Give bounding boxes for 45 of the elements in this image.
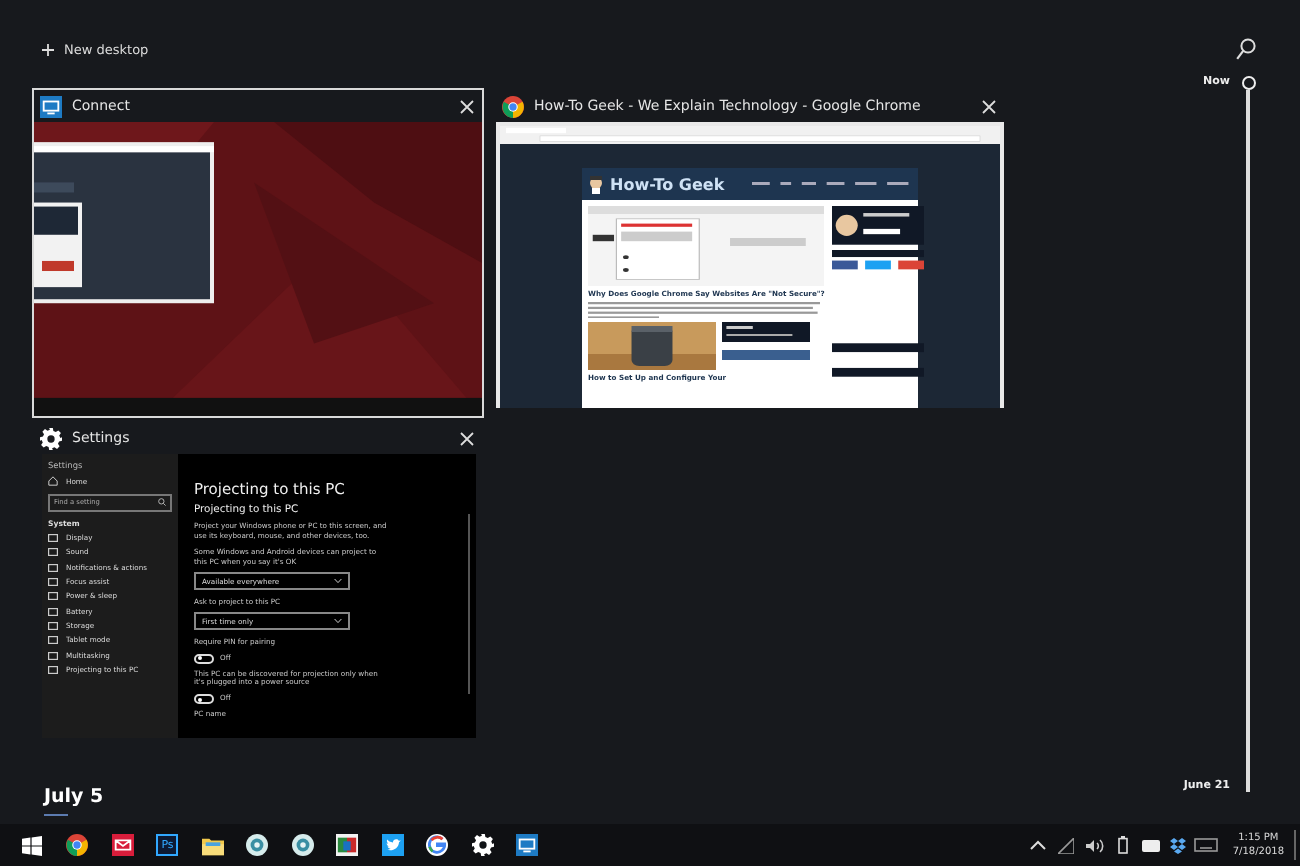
screen-icon [40,95,62,117]
box-icon[interactable] [1170,837,1187,853]
search-icon [158,498,166,507]
caret-icon [334,578,342,585]
close-icon[interactable] [460,99,474,113]
square-icon [48,548,58,557]
round-app-icon [291,834,314,856]
square-icon [48,607,58,616]
caret-icon [334,618,342,625]
search-icon[interactable] [1236,38,1256,60]
tiles-icon [336,834,359,856]
bird-icon [381,834,404,856]
gear-icon [40,427,62,449]
house-icon [48,476,58,487]
chrome-logo-icon [502,95,524,117]
square-icon [48,665,58,674]
close-icon[interactable] [982,99,996,113]
square-icon [48,651,58,660]
square-icon [48,636,58,645]
ring-icon [426,834,449,856]
chrome-logo-icon [66,834,89,856]
toggle-switch[interactable] [194,694,214,705]
gear-icon [471,834,494,856]
square-icon [48,534,58,543]
close-icon[interactable] [460,431,474,445]
caret-icon[interactable] [1030,840,1047,850]
square-icon [48,592,58,601]
round-app-icon [246,834,269,856]
cartoon-avatar-icon [588,175,604,193]
battery-icon[interactable] [1117,836,1128,854]
site-logo: How-To Geek [610,175,725,193]
toggle-switch[interactable] [194,653,214,664]
square-icon [48,621,58,630]
keyboard-icon[interactable] [1194,838,1219,852]
speaker-icon[interactable] [1085,837,1104,853]
screen-icon [516,834,539,856]
windows-logo-icon [22,835,43,855]
card-icon[interactable] [1141,839,1160,851]
signal-icon[interactable] [1058,837,1075,853]
square-icon [48,563,58,572]
envelope-icon [111,834,134,856]
folder-icon [201,835,224,855]
square-icon [48,578,58,587]
plus-icon [42,44,54,56]
date-heading: July 5 [44,785,106,807]
